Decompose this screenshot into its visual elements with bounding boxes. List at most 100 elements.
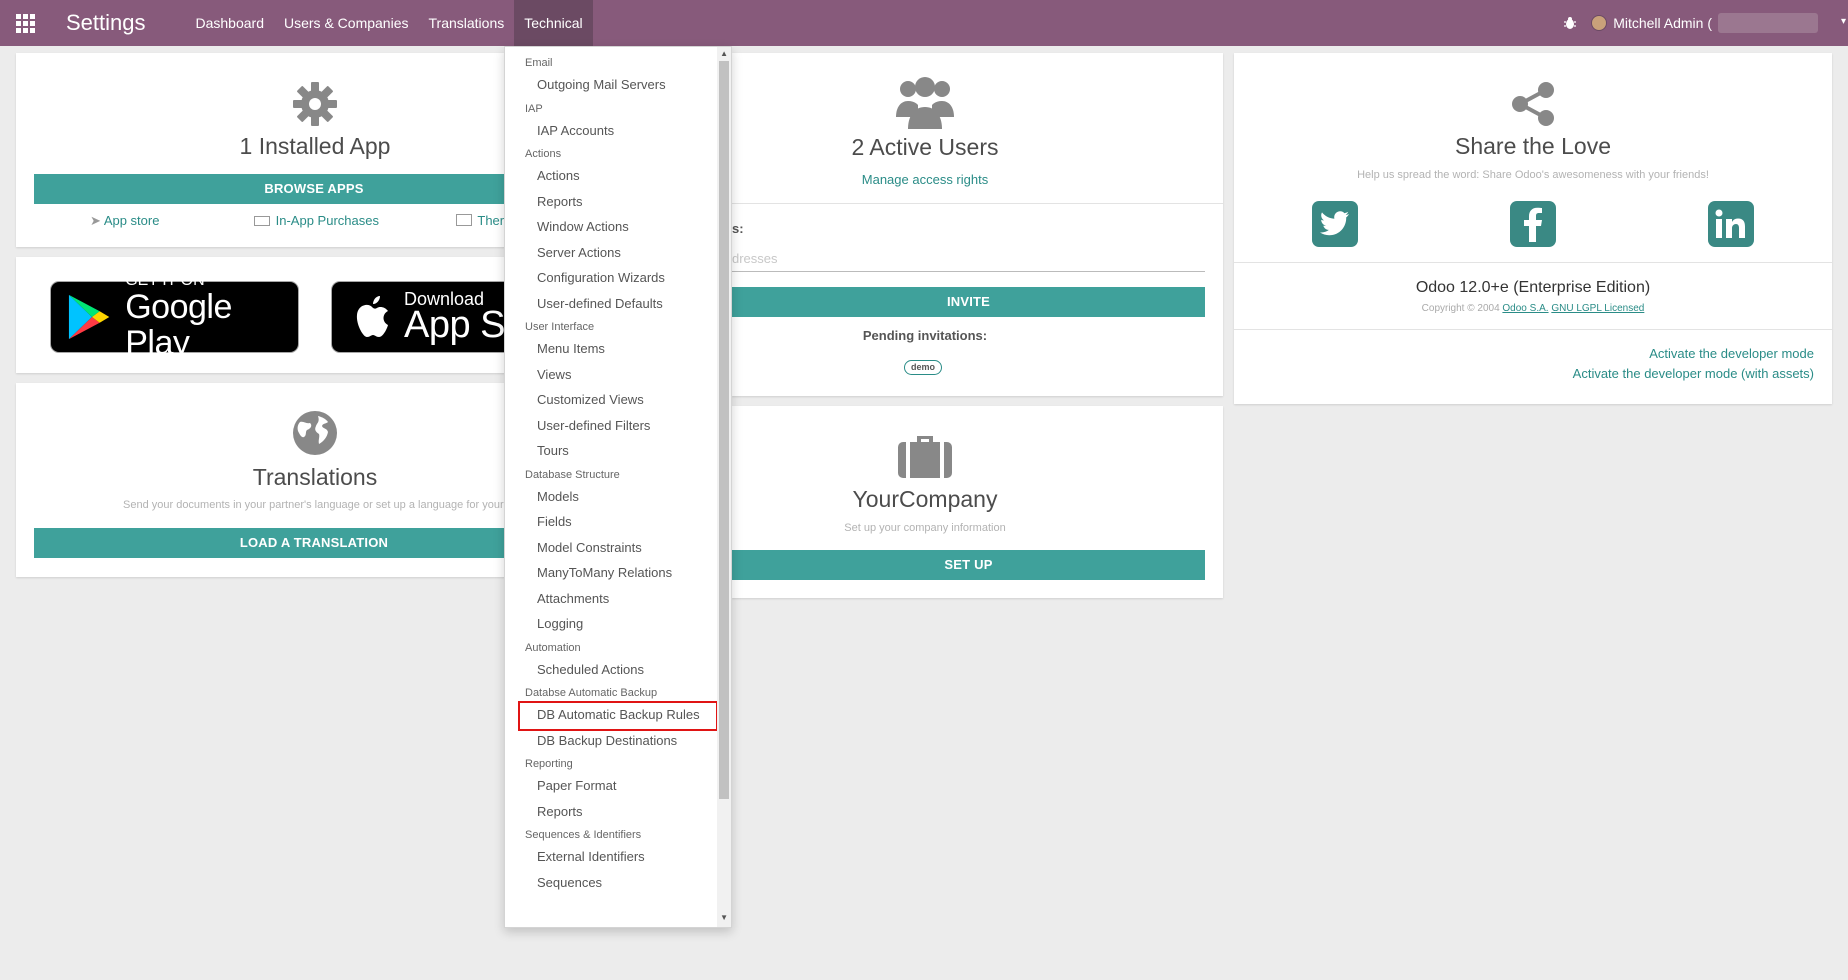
menu-item-sequences[interactable]: Sequences <box>537 875 602 890</box>
money-icon <box>254 216 270 226</box>
menu-item-paper-format[interactable]: Paper Format <box>537 778 616 793</box>
company-name: YourCompany <box>852 486 998 512</box>
scroll-up-icon[interactable]: ▲ <box>720 49 728 58</box>
menu-item-configuration-wizards[interactable]: Configuration Wizards <box>537 270 665 285</box>
share-icon <box>1512 82 1554 126</box>
share-subtitle: Help us spread the word: Share Odoo's aw… <box>1357 169 1709 181</box>
menu-item-model-constraints[interactable]: Model Constraints <box>537 540 642 555</box>
license-link[interactable]: GNU LGPL Licensed <box>1551 303 1644 314</box>
google-play-large-text: Google Play <box>125 288 232 362</box>
gear-icon <box>293 82 337 126</box>
menu-section-header: Database Structure <box>525 468 620 481</box>
users-icon <box>896 77 954 129</box>
menu-item-manytomany-relations[interactable]: ManyToMany Relations <box>537 565 672 580</box>
user-menu[interactable]: Mitchell Admin ( <box>1591 13 1818 33</box>
menu-item-actions[interactable]: Actions <box>537 168 580 183</box>
menu-item-attachments[interactable]: Attachments <box>537 591 609 606</box>
menu-item-db-automatic-backup-rules[interactable]: DB Automatic Backup Rules <box>537 707 700 722</box>
invite-button[interactable]: INVITE <box>732 287 1205 317</box>
copyright-line: Copyright © 2004 Odoo S.A. GNU LGPL Lice… <box>1234 303 1832 314</box>
menu-item-scheduled-actions[interactable]: Scheduled Actions <box>537 662 644 677</box>
menu-item-customized-views[interactable]: Customized Views <box>537 392 644 407</box>
divider <box>1234 262 1832 263</box>
menu-item-reports[interactable]: Reports <box>537 804 583 819</box>
menu-item-window-actions[interactable]: Window Actions <box>537 219 629 234</box>
activate-developer-mode-assets-link[interactable]: Activate the developer mode (with assets… <box>1573 366 1814 381</box>
menu-section-header: Email <box>525 57 553 69</box>
menu-item-models[interactable]: Models <box>537 489 579 504</box>
menu-section-header: Automation <box>525 641 581 654</box>
scroll-down-icon[interactable]: ▼ <box>720 913 728 922</box>
apps-menu-button[interactable] <box>0 0 50 46</box>
google-play-badge[interactable]: GET IT ON Google Play <box>50 273 299 361</box>
technical-dropdown-menu: Email Outgoing Mail Servers IAP IAP Account… <box>504 46 732 928</box>
invite-label: s: <box>732 221 744 236</box>
menu-section-header: Reporting <box>525 758 573 770</box>
divider <box>732 203 1223 204</box>
gear-icon <box>239 79 285 125</box>
bug-icon[interactable] <box>1563 16 1577 30</box>
manage-access-rights-link[interactable]: Manage access rights <box>732 172 1118 187</box>
menu-item-user-defined-defaults[interactable]: User-defined Defaults <box>537 296 663 311</box>
app-title: Settings <box>66 10 146 35</box>
globe-icon <box>293 411 337 455</box>
facebook-button[interactable] <box>1510 201 1556 247</box>
menu-item-server-actions[interactable]: Server Actions <box>537 245 621 260</box>
pending-invitations-label: Pending invitations: <box>862 328 988 343</box>
menu-item-iap-accounts[interactable]: IAP Accounts <box>537 123 614 138</box>
menu-item-outgoing-mail-servers[interactable]: Outgoing Mail Servers <box>537 77 666 92</box>
menu-item-menu-items[interactable]: Menu Items <box>537 341 605 356</box>
email-input[interactable]: dresses <box>732 246 1205 272</box>
menu-item-fields[interactable]: Fields <box>537 514 572 529</box>
scrollbar-thumb[interactable] <box>719 61 729 799</box>
linkedin-button[interactable] <box>1708 201 1754 247</box>
app-store-badge[interactable]: Download App St <box>331 281 521 353</box>
menu-item-tours[interactable]: Tours <box>537 443 569 458</box>
app-store-link[interactable]: ➤ App store <box>90 213 159 229</box>
linkedin-icon <box>1715 209 1745 238</box>
active-users-count: 2 Active Users <box>851 134 999 160</box>
menu-item-reports[interactable]: Reports <box>537 194 583 209</box>
menu-item-user-defined-filters[interactable]: User-defined Filters <box>537 418 650 433</box>
user-name: Mitchell Admin ( <box>1613 15 1712 31</box>
image-icon <box>456 214 472 226</box>
activate-developer-mode-link[interactable]: Activate the developer mode <box>1649 346 1814 361</box>
company-subtitle: Set up your company information <box>844 522 1006 534</box>
grid-icon <box>15 13 35 33</box>
apple-icon <box>356 296 388 337</box>
set-up-button[interactable]: SET UP <box>732 550 1205 580</box>
menu-translations[interactable]: Translations <box>419 0 515 46</box>
themes-link[interactable]: Ther <box>456 213 504 228</box>
menu-section-header: User Interface <box>525 321 595 333</box>
dropdown-scrollbar[interactable]: ▲ ▼ <box>717 47 731 927</box>
pending-user-tag[interactable]: demo <box>904 360 943 375</box>
menu-section-header: IAP <box>525 102 543 115</box>
app-store-large-text: App St <box>404 304 516 346</box>
google-play-icon <box>68 294 110 340</box>
twitter-icon <box>1320 211 1349 236</box>
menu-dashboard[interactable]: Dashboard <box>186 0 275 46</box>
menu-users-companies[interactable]: Users & Companies <box>274 0 419 46</box>
divider <box>1234 329 1832 330</box>
menu-item-external-identifiers[interactable]: External Identifiers <box>537 849 645 864</box>
menu-item-db-backup-destinations[interactable]: DB Backup Destinations <box>537 733 677 748</box>
users-card: 2 Active Users Manage access rights s: d… <box>732 53 1223 396</box>
edition-label: Odoo 12.0+e (Enterprise Edition) <box>1415 279 1651 296</box>
avatar <box>1591 15 1608 31</box>
odoo-sa-link[interactable]: Odoo S.A. <box>1502 303 1548 314</box>
menu-technical[interactable]: Technical <box>514 0 593 46</box>
share-card: Share the Love Help us spread the word: … <box>1234 53 1832 404</box>
menu-item-views[interactable]: Views <box>537 367 571 382</box>
facebook-icon <box>1524 207 1542 242</box>
in-app-purchases-link[interactable]: In-App Purchases <box>254 213 379 228</box>
twitter-button[interactable] <box>1312 201 1358 247</box>
menu-section-header: Actions <box>525 148 562 160</box>
store-badges-card: GET IT ON Google Play Download App St <box>16 257 521 373</box>
menu-item-logging[interactable]: Logging <box>537 616 583 631</box>
top-navbar: Settings Dashboard Users & Companies Tra… <box>0 0 1848 46</box>
menu-section-header: Sequences & Identifiers <box>525 829 642 841</box>
copyright-text: Copyright © 2004 <box>1421 303 1500 314</box>
rocket-icon: ➤ <box>90 213 101 228</box>
briefcase-icon <box>898 436 952 478</box>
chevron-down-icon: ▾ <box>1840 16 1846 27</box>
